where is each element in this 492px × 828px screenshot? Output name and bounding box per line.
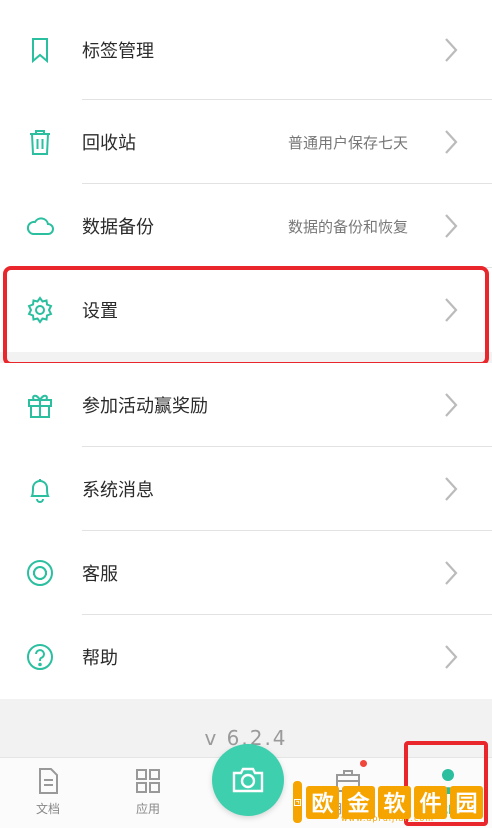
menu-item-customer-service[interactable]: 客服 [0,531,492,615]
chevron-right-icon [440,643,462,671]
headset-icon [24,557,56,589]
help-icon [24,641,56,673]
menu-item-label: 回收站 [82,133,136,154]
menu-item-label: 标签管理 [82,41,154,62]
menu-item-label: 系统消息 [82,480,154,501]
gift-icon [24,389,56,421]
menu-item-help[interactable]: 帮助 [0,615,492,699]
menu-item-label: 设置 [82,301,118,322]
menu-item-tags[interactable]: 标签管理 [0,0,492,100]
watermark-char: 园 [450,785,483,819]
chevron-right-icon [440,296,462,324]
trash-icon [24,126,56,158]
menu-item-settings[interactable]: 设置 [0,268,492,352]
grid-icon [136,769,160,793]
notification-dot [360,760,367,767]
menu-item-messages[interactable]: 系统消息 [0,447,492,531]
chevron-right-icon [440,391,462,419]
watermark-logo-icon [293,781,302,823]
menu-item-label: 数据备份 [82,217,154,238]
tab-docs[interactable]: 文档 [8,766,88,826]
chevron-right-icon [440,559,462,587]
menu-item-hint: 普通用户保存七天 [287,133,408,152]
camera-icon [232,767,264,793]
document-icon [39,768,58,794]
camera-button[interactable] [212,744,284,816]
chevron-right-icon [440,128,462,156]
tab-apps[interactable]: 应用 [108,766,188,826]
menu-item-recycle-bin[interactable]: 回收站 普通用户保存七天 [0,100,492,184]
watermark-char: 欧 [306,785,339,819]
menu-item-label: 客服 [82,564,118,585]
menu-group-main: 标签管理 回收站 普通用户保存七天 数据备份 数据的备份和恢复 设置 [0,0,492,352]
menu-item-backup[interactable]: 数据备份 数据的备份和恢复 [0,184,492,268]
menu-group-secondary: 参加活动赢奖励 系统消息 客服 帮助 [0,363,492,699]
chevron-right-icon [440,36,462,64]
tab-label: 文档 [35,802,60,816]
menu-item-label: 帮助 [82,648,118,669]
tab-label: 应用 [135,802,160,816]
menu-item-hint: 数据的备份和恢复 [287,217,408,236]
bookmark-icon [24,34,56,66]
gear-icon [24,294,56,326]
chevron-right-icon [440,212,462,240]
bell-icon [24,473,56,505]
watermark: 欧 金 软 件 园 www.apruijian.com [293,780,483,824]
menu-item-activity[interactable]: 参加活动赢奖励 [0,363,492,447]
cloud-icon [24,210,56,242]
menu-item-label: 参加活动赢奖励 [82,396,208,417]
chevron-right-icon [440,475,462,503]
watermark-url: www.apruijian.com [341,814,435,823]
